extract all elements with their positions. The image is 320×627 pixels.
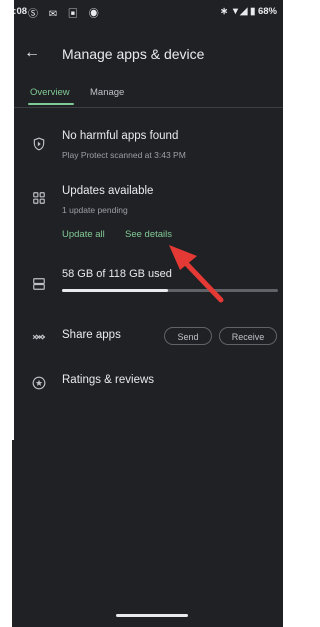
notification-icons: Ⓢ ✉ ▣ ◉ [28, 9, 103, 20]
storage-label: 58 GB of 118 GB used [62, 268, 172, 280]
storage-progress-bar [62, 289, 278, 292]
storage-progress-fill [62, 289, 168, 292]
tab-overview[interactable]: Overview [30, 87, 70, 98]
status-time: 9:08 [14, 6, 28, 17]
play-protect-subtitle: Play Protect scanned at 3:43 PM [62, 150, 186, 160]
phone-screen: 9:08 Ⓢ ✉ ▣ ◉ ∗ ▼◢ ▮ 68% ← Manage apps & … [14, 0, 283, 627]
apps-grid-icon [32, 191, 46, 205]
tab-divider [14, 107, 283, 108]
updates-subtitle: 1 update pending [62, 205, 128, 215]
tab-manage[interactable]: Manage [90, 87, 124, 98]
receive-button[interactable]: Receive [219, 327, 277, 345]
home-indicator[interactable] [116, 614, 188, 617]
send-button[interactable]: Send [164, 327, 212, 345]
device-bezel [0, 440, 14, 627]
play-protect-title: No harmful apps found [62, 130, 179, 142]
share-arrows-icon [32, 330, 46, 344]
system-status: ∗ ▼◢ ▮ 68% [220, 6, 277, 17]
storage-icon [32, 277, 46, 291]
tab-bar: Overview Manage [14, 84, 283, 108]
status-bar: 9:08 Ⓢ ✉ ▣ ◉ ∗ ▼◢ ▮ 68% [14, 0, 283, 22]
page-title: Manage apps & device [62, 46, 205, 62]
shield-icon [32, 137, 46, 151]
back-arrow-icon[interactable]: ← [24, 44, 40, 62]
ratings-label: Ratings & reviews [62, 374, 155, 386]
tab-indicator [28, 103, 74, 105]
see-details-button[interactable]: See details [125, 229, 172, 240]
update-all-button[interactable]: Update all [62, 229, 105, 240]
share-apps-label: Share apps [62, 329, 121, 341]
updates-title: Updates available [62, 185, 154, 197]
star-icon [32, 376, 46, 390]
app-bar: ← Manage apps & device [14, 42, 283, 70]
